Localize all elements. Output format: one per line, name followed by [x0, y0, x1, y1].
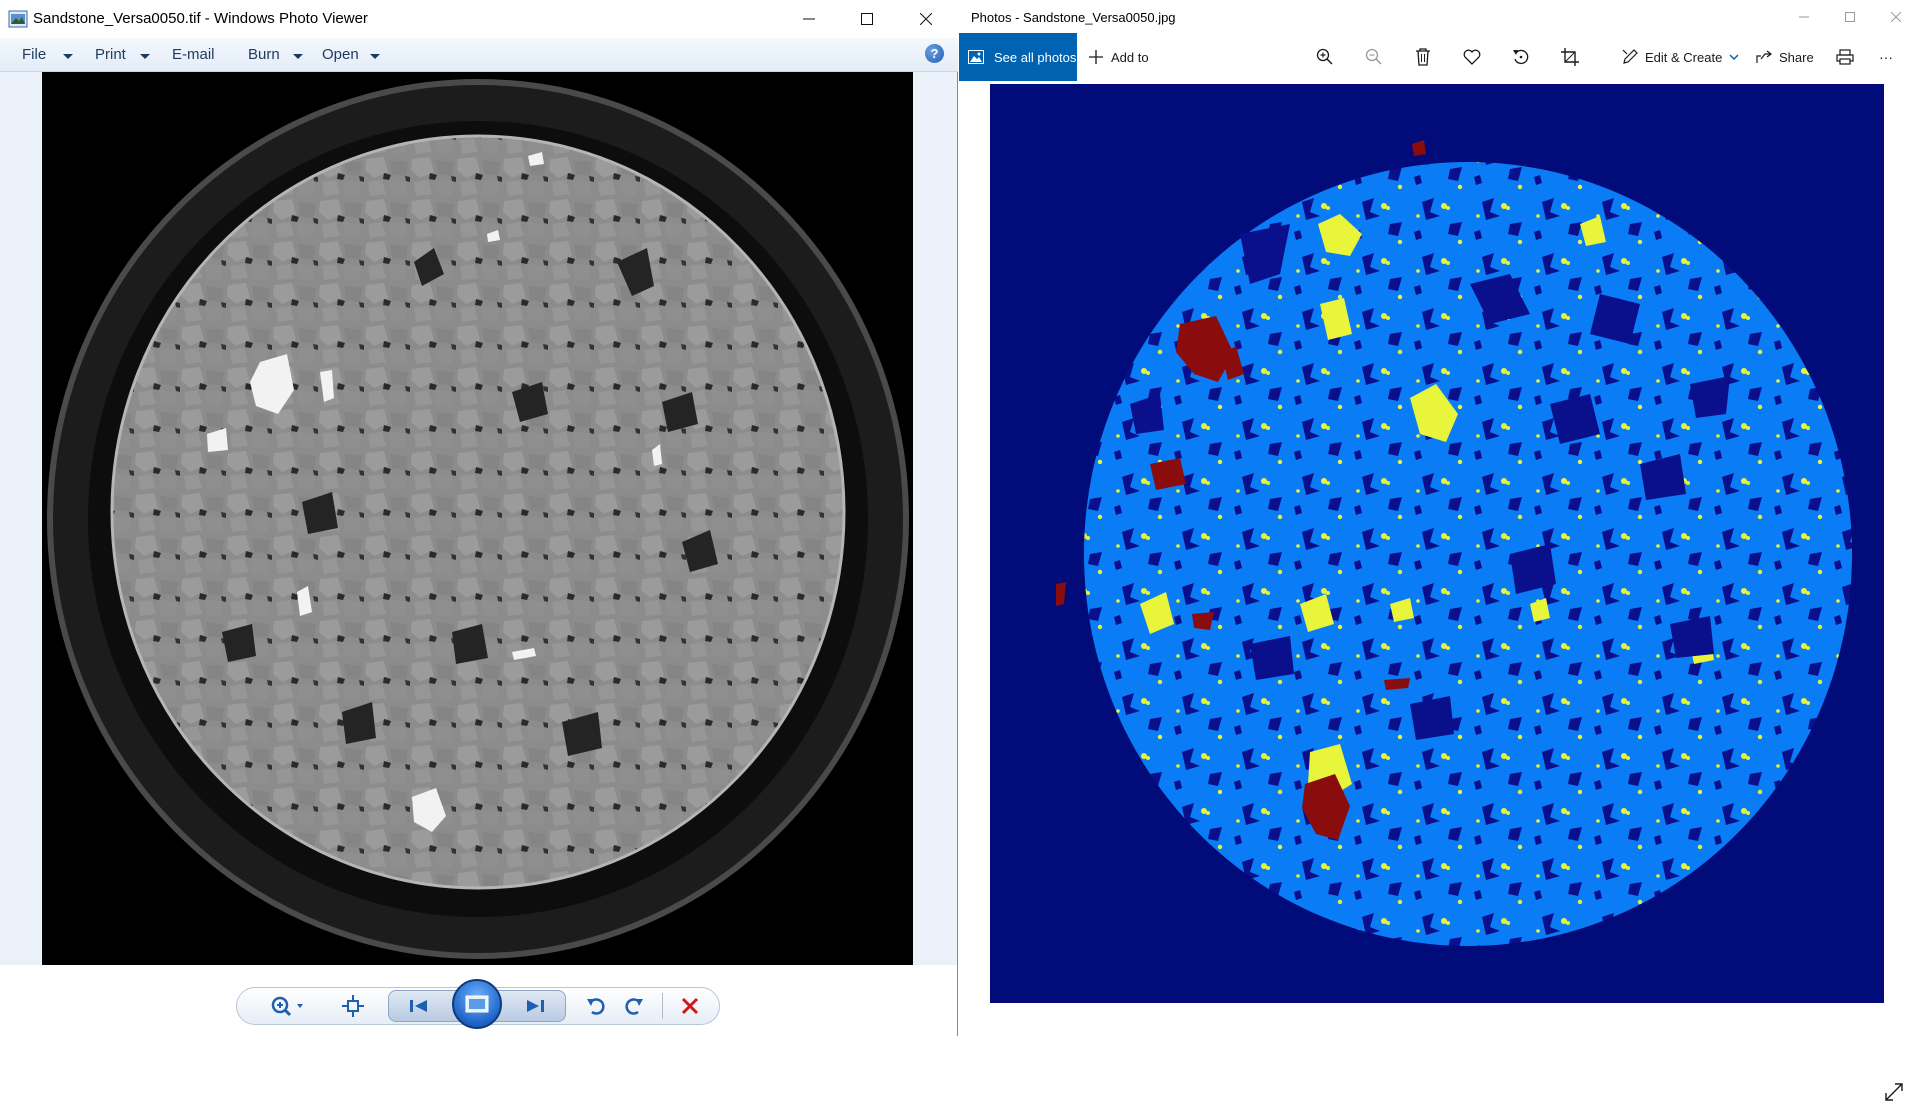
fit-to-window-button[interactable]	[340, 993, 366, 1019]
close-icon	[1891, 11, 1901, 22]
edit-create-label: Edit & Create	[1645, 49, 1723, 65]
close-button[interactable]	[897, 0, 955, 38]
menu-bar: File Print E-mail Burn Open	[0, 38, 958, 72]
maximize-icon	[1845, 11, 1855, 22]
minimize-icon	[803, 18, 815, 20]
window-title: Photos - Sandstone_Versa0050.jpg	[971, 10, 1176, 25]
previous-button[interactable]	[404, 993, 434, 1019]
see-all-photos-label: See all photos	[994, 49, 1077, 65]
segmentation-graphic	[1056, 140, 1852, 946]
maximize-button[interactable]	[838, 0, 896, 38]
minimize-icon	[1799, 16, 1809, 17]
share-button[interactable]: Share	[1756, 33, 1814, 81]
minimize-button[interactable]	[780, 0, 838, 38]
crop-button[interactable]	[1560, 47, 1580, 67]
menu-print[interactable]: Print	[95, 46, 126, 63]
next-button[interactable]	[520, 993, 550, 1019]
open-dropdown-arrow-icon[interactable]	[370, 54, 380, 59]
rotate-left-icon	[587, 998, 605, 1015]
help-icon[interactable]: ?	[925, 44, 944, 63]
chevron-down-icon	[1729, 54, 1739, 61]
photo-viewer-app-icon	[8, 10, 28, 28]
title-bar: Photos - Sandstone_Versa0050.jpg	[959, 0, 1918, 33]
fit-window-icon	[342, 995, 364, 1017]
magnifier-zoom-icon	[271, 996, 303, 1017]
edit-pencil-icon	[1622, 49, 1638, 64]
rotate-button[interactable]	[1511, 47, 1531, 67]
menu-email[interactable]: E-mail	[172, 46, 215, 63]
image-canvas	[959, 81, 1918, 1101]
rotate-counterclockwise-button[interactable]	[583, 993, 609, 1019]
zoom-in-icon	[1316, 48, 1333, 65]
delete-x-icon	[681, 997, 699, 1015]
zoom-out-button[interactable]	[1364, 47, 1384, 67]
minimize-button[interactable]	[1781, 0, 1827, 33]
print-button[interactable]	[1835, 47, 1855, 67]
ct-scan-graphic	[47, 79, 909, 959]
delete-button[interactable]	[1413, 47, 1433, 67]
menu-burn[interactable]: Burn	[248, 46, 280, 63]
delete-button[interactable]	[677, 993, 703, 1019]
crop-icon	[1561, 48, 1579, 66]
menu-open[interactable]: Open	[322, 46, 359, 63]
edit-create-button[interactable]: Edit & Create	[1622, 33, 1739, 81]
expand-fullscreen-icon[interactable]	[1883, 1081, 1905, 1103]
close-icon	[920, 13, 932, 25]
rotate-right-icon	[625, 998, 643, 1015]
title-bar: Sandstone_Versa0050.tif - Windows Photo …	[0, 0, 958, 38]
zoom-button[interactable]	[268, 993, 308, 1019]
controls-separator	[662, 993, 663, 1019]
share-icon	[1756, 50, 1772, 63]
file-dropdown-arrow-icon[interactable]	[63, 54, 73, 59]
trash-icon	[1416, 48, 1430, 66]
image-canvas	[0, 72, 957, 965]
controls-bar	[0, 965, 957, 1036]
rotate-icon	[1513, 49, 1529, 65]
previous-icon	[410, 1000, 427, 1012]
plus-icon	[1089, 50, 1103, 64]
zoom-in-button[interactable]	[1315, 47, 1335, 67]
more-options-button[interactable]: ···	[1879, 33, 1893, 81]
share-label: Share	[1779, 49, 1814, 65]
photos-toolbar: See all photos Add to Edit & Create Shar…	[959, 33, 1918, 81]
zoom-out-icon	[1365, 48, 1382, 65]
photos-collection-icon	[968, 50, 984, 64]
add-to-label: Add to	[1111, 49, 1149, 65]
close-button[interactable]	[1873, 0, 1918, 33]
window-title: Sandstone_Versa0050.tif - Windows Photo …	[33, 10, 368, 27]
see-all-photos-button[interactable]: See all photos	[959, 33, 1077, 81]
ct-scan-image	[42, 72, 913, 965]
print-dropdown-arrow-icon[interactable]	[140, 54, 150, 59]
slideshow-icon	[465, 995, 489, 1013]
next-icon	[527, 1000, 544, 1012]
favorite-button[interactable]	[1462, 47, 1482, 67]
rotate-clockwise-button[interactable]	[621, 993, 647, 1019]
maximize-button[interactable]	[1827, 0, 1873, 33]
photo-viewer-window: Sandstone_Versa0050.tif - Windows Photo …	[0, 0, 958, 1036]
photos-app-window: Photos - Sandstone_Versa0050.jpg See all…	[959, 0, 1918, 1101]
printer-icon	[1836, 49, 1854, 65]
segmented-image	[990, 84, 1884, 1003]
maximize-icon	[861, 13, 873, 25]
burn-dropdown-arrow-icon[interactable]	[293, 54, 303, 59]
play-slideshow-button[interactable]	[452, 979, 502, 1029]
add-to-button[interactable]: Add to	[1089, 33, 1149, 81]
menu-file[interactable]: File	[22, 46, 46, 63]
heart-icon	[1463, 49, 1481, 65]
